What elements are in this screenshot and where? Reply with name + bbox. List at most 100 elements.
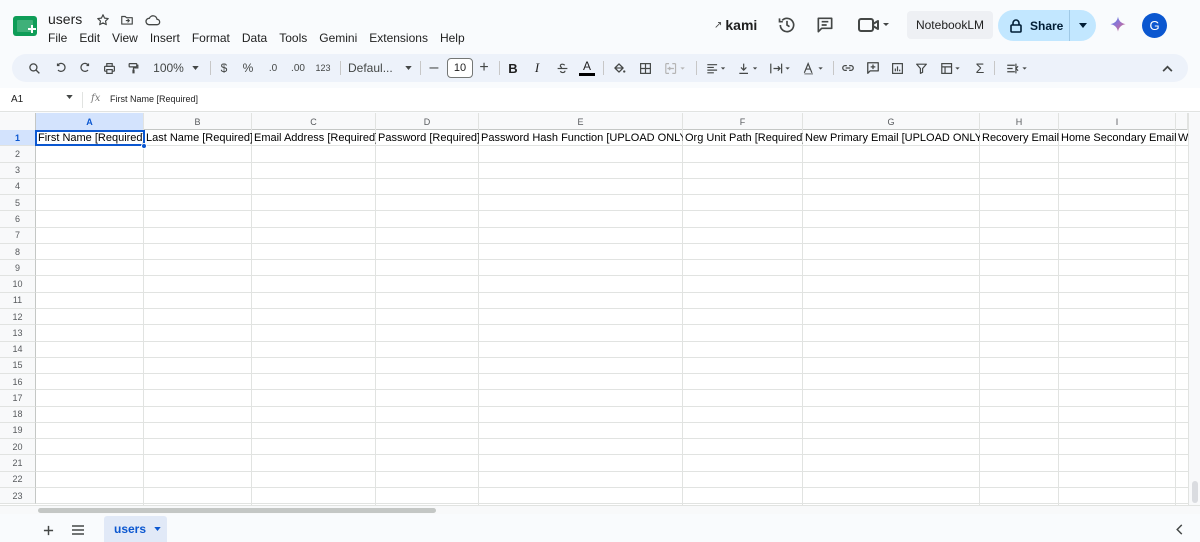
row-header-7[interactable]: 7 (0, 227, 36, 244)
collapse-toolbar-icon[interactable] (1158, 58, 1176, 78)
share-button[interactable]: Share (998, 10, 1070, 41)
merge-cells-icon[interactable] (660, 58, 690, 78)
menu-insert[interactable]: Insert (144, 29, 186, 46)
column-header-e[interactable]: E (479, 113, 683, 130)
row-header-18[interactable]: 18 (0, 406, 36, 423)
row-header-8[interactable]: 8 (0, 243, 36, 261)
row-header-15[interactable]: 15 (0, 357, 36, 375)
menu-gemini[interactable]: Gemini (313, 29, 363, 46)
strikethrough-icon[interactable] (553, 58, 571, 78)
row-header-16[interactable]: 16 (0, 374, 36, 391)
paint-format-icon[interactable] (124, 58, 142, 78)
undo-icon[interactable] (52, 58, 70, 78)
move-to-folder-icon[interactable] (118, 11, 136, 29)
vertical-align-icon[interactable] (734, 58, 762, 78)
cell-c1[interactable]: Email Address [Required] (252, 130, 376, 146)
sheets-logo-icon[interactable] (12, 14, 38, 38)
more-formats-button[interactable]: 123 (313, 58, 333, 78)
row-header-5[interactable]: 5 (0, 195, 36, 212)
document-title[interactable]: users (48, 11, 82, 27)
menu-extensions[interactable]: Extensions (363, 29, 434, 46)
caret-down-icon[interactable] (66, 95, 73, 99)
create-filter-icon[interactable] (912, 58, 930, 78)
text-wrapping-icon[interactable] (765, 58, 795, 78)
zoom-select[interactable]: 100% (150, 58, 202, 78)
fill-color-icon[interactable] (610, 58, 628, 78)
menu-help[interactable]: Help (434, 29, 471, 46)
insert-comment-icon[interactable] (864, 58, 882, 78)
cloud-saved-icon[interactable] (144, 11, 162, 29)
row-header-13[interactable]: 13 (0, 325, 36, 342)
cell-a1[interactable]: First Name [Required] (36, 130, 144, 146)
row-header-21[interactable]: 21 (0, 455, 36, 472)
bold-button[interactable]: B (505, 58, 521, 78)
search-menus-icon[interactable] (24, 58, 44, 78)
row-header-9[interactable]: 9 (0, 260, 36, 277)
decrease-decimal-button[interactable]: .0 (263, 58, 283, 78)
cell-i1[interactable]: Home Secondary Email (1059, 130, 1176, 146)
menu-view[interactable]: View (106, 29, 144, 46)
borders-icon[interactable] (636, 58, 654, 78)
row-header-19[interactable]: 19 (0, 422, 36, 440)
row-header-6[interactable]: 6 (0, 211, 36, 228)
cell-g1[interactable]: New Primary Email [UPLOAD ONLY] (803, 130, 980, 146)
cell-h1[interactable]: Recovery Email (980, 130, 1059, 146)
row-header-17[interactable]: 17 (0, 390, 36, 407)
row-header-22[interactable]: 22 (0, 471, 36, 488)
print-icon[interactable] (100, 58, 118, 78)
input-tools-icon[interactable] (1000, 58, 1034, 78)
column-header-b[interactable]: B (144, 113, 252, 130)
row-header-14[interactable]: 14 (0, 341, 36, 358)
gemini-sparkle-icon[interactable] (1106, 13, 1130, 37)
menu-tools[interactable]: Tools (273, 29, 313, 46)
increase-decimal-button[interactable]: .00 (287, 58, 309, 78)
add-sheet-button[interactable] (36, 518, 60, 542)
format-currency-button[interactable]: $ (216, 58, 232, 78)
filter-views-icon[interactable] (936, 58, 966, 78)
row-header-4[interactable]: 4 (0, 178, 36, 196)
cell-d1[interactable]: Password [Required] (376, 130, 479, 146)
spreadsheet-grid[interactable]: A B C D E F G H I 1 2 3 4 5 6 7 8 9 10 11 12 13 14 15 16 17 18 19 20… (0, 113, 1188, 505)
decrease-font-size-button[interactable]: – (426, 58, 442, 78)
column-header-partial[interactable] (1176, 113, 1188, 130)
redo-icon[interactable] (76, 58, 94, 78)
row-header-11[interactable]: 11 (0, 292, 36, 309)
column-header-h[interactable]: H (980, 113, 1059, 130)
cell-f1[interactable]: Org Unit Path [Required] (683, 130, 803, 146)
vertical-scrollbar-thumb[interactable] (1192, 481, 1198, 503)
format-percent-button[interactable]: % (240, 58, 256, 78)
notebooklm-button[interactable]: NotebookLM (907, 11, 993, 39)
fill-handle[interactable] (141, 143, 147, 149)
cell-b1[interactable]: Last Name [Required] (144, 130, 252, 146)
formula-input[interactable]: First Name [Required] (110, 94, 198, 104)
star-icon[interactable] (94, 11, 112, 29)
column-header-c[interactable]: C (252, 113, 376, 130)
vertical-scrollbar[interactable] (1188, 113, 1200, 505)
insert-chart-icon[interactable] (888, 58, 906, 78)
sheet-tab-users[interactable]: users (104, 516, 167, 542)
side-panel-toggle-icon[interactable] (1170, 520, 1188, 538)
menu-format[interactable]: Format (186, 29, 236, 46)
menu-edit[interactable]: Edit (73, 29, 106, 46)
comments-icon[interactable] (813, 13, 837, 37)
functions-button[interactable]: Σ (972, 58, 988, 78)
column-header-d[interactable]: D (376, 113, 479, 130)
horizontal-scrollbar-thumb[interactable] (38, 508, 436, 513)
insert-link-icon[interactable] (839, 58, 857, 78)
menu-data[interactable]: Data (236, 29, 273, 46)
share-dropdown-button[interactable] (1070, 23, 1096, 28)
version-history-icon[interactable] (775, 13, 799, 37)
horizontal-scrollbar[interactable] (0, 505, 1200, 514)
horizontal-align-icon[interactable] (702, 58, 730, 78)
cell-e1[interactable]: Password Hash Function [UPLOAD ONLY] (479, 130, 683, 146)
column-header-a[interactable]: A (36, 113, 144, 130)
menu-file[interactable]: File (42, 29, 73, 46)
column-header-i[interactable]: I (1059, 113, 1176, 130)
row-header-1[interactable]: 1 (0, 130, 36, 147)
increase-font-size-button[interactable]: + (476, 58, 492, 78)
name-box[interactable]: A1 (11, 94, 23, 105)
row-header-23[interactable]: 23 (0, 487, 36, 505)
text-rotation-icon[interactable] (798, 58, 828, 78)
font-family-select[interactable]: Defaul... (348, 58, 412, 78)
row-header-12[interactable]: 12 (0, 308, 36, 326)
